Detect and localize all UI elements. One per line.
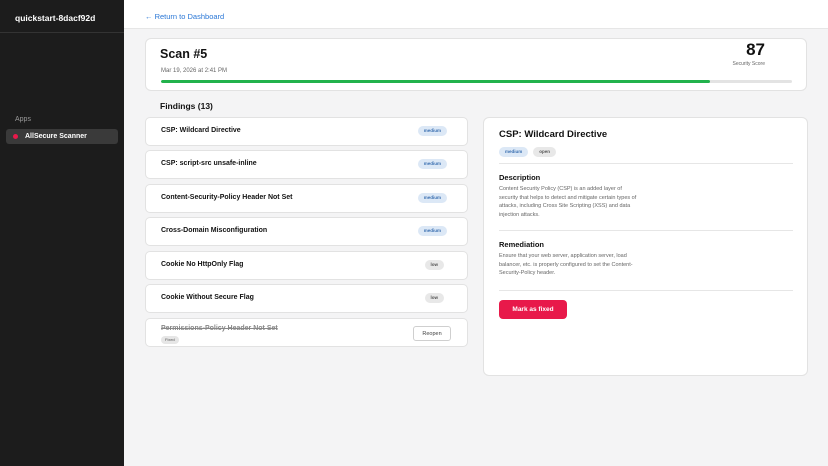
finding-title: Cross-Domain Misconfiguration xyxy=(161,227,268,234)
description-heading: Description xyxy=(499,173,541,182)
finding-title: Permissions-Policy Header Not Set xyxy=(161,325,278,332)
finding-item[interactable]: Cross-Domain Misconfiguration medium xyxy=(145,217,468,246)
sidebar-section-label: Apps xyxy=(15,116,31,123)
reopen-button[interactable]: Reopen xyxy=(413,326,451,341)
security-score-progress-fill xyxy=(161,80,710,83)
findings-header: Findings (13) xyxy=(160,101,213,111)
scan-date: Mar 19, 2026 at 2:41 PM xyxy=(161,68,228,74)
sidebar: quickstart-8dacf92d Apps AllSecure Scann… xyxy=(0,0,124,466)
security-score-label: Security Score xyxy=(732,61,765,67)
fixed-status-badge: Fixed xyxy=(161,336,179,344)
description-text: Content Security Policy (CSP) is an adde… xyxy=(499,186,637,218)
org-name[interactable]: quickstart-8dacf92d xyxy=(15,13,95,23)
topbar: ← Return to Dashboard xyxy=(124,0,828,29)
finding-detail-panel: CSP: Wildcard Directive medium open Desc… xyxy=(483,117,808,376)
detail-severity-badge: medium xyxy=(499,147,529,157)
detail-title: CSP: Wildcard Directive xyxy=(499,129,608,140)
severity-badge: medium xyxy=(417,159,447,169)
finding-title: CSP: script-src unsafe-inline xyxy=(161,160,257,167)
mark-as-fixed-button[interactable]: Mark as fixed xyxy=(499,300,567,319)
finding-title: Cookie Without Secure Flag xyxy=(161,294,254,301)
scan-summary-card: Scan #5 Mar 19, 2026 at 2:41 PM 87 Secur… xyxy=(145,38,807,91)
finding-item[interactable]: Cookie No HttpOnly Flag low xyxy=(145,251,468,280)
detail-badges: medium open xyxy=(499,147,557,157)
finding-title: Content-Security-Policy Header Not Set xyxy=(161,194,293,201)
severity-badge: low xyxy=(424,260,444,270)
app-status-dot-icon xyxy=(13,134,18,139)
severity-badge: medium xyxy=(417,126,447,136)
detail-divider xyxy=(499,230,793,231)
sidebar-divider xyxy=(0,32,124,33)
security-score-progress xyxy=(161,80,792,83)
detail-divider xyxy=(499,163,793,164)
security-score-value: 87 xyxy=(746,40,765,59)
finding-item[interactable]: Cookie Without Secure Flag low xyxy=(145,284,468,313)
finding-item[interactable]: CSP: Wildcard Directive medium xyxy=(145,117,468,146)
finding-title: CSP: Wildcard Directive xyxy=(161,127,241,134)
finding-item-fixed[interactable]: Permissions-Policy Header Not Set Fixed … xyxy=(145,318,468,347)
remediation-text: Ensure that your web server, application… xyxy=(499,253,633,277)
severity-badge: medium xyxy=(417,193,447,203)
sidebar-item-allsecure-scanner[interactable]: AllSecure Scanner xyxy=(6,129,118,144)
scan-title: Scan #5 xyxy=(160,47,208,61)
finding-item[interactable]: CSP: script-src unsafe-inline medium xyxy=(145,150,468,179)
severity-badge: medium xyxy=(417,226,447,236)
finding-item[interactable]: Content-Security-Policy Header Not Set m… xyxy=(145,184,468,213)
detail-status-badge: open xyxy=(533,147,557,157)
finding-title: Cookie No HttpOnly Flag xyxy=(161,261,244,268)
severity-badge: low xyxy=(424,293,444,303)
remediation-heading: Remediation xyxy=(499,240,545,249)
return-to-dashboard-link[interactable]: ← Return to Dashboard xyxy=(145,12,224,21)
detail-divider xyxy=(499,290,793,291)
sidebar-item-label: AllSecure Scanner xyxy=(25,133,87,140)
